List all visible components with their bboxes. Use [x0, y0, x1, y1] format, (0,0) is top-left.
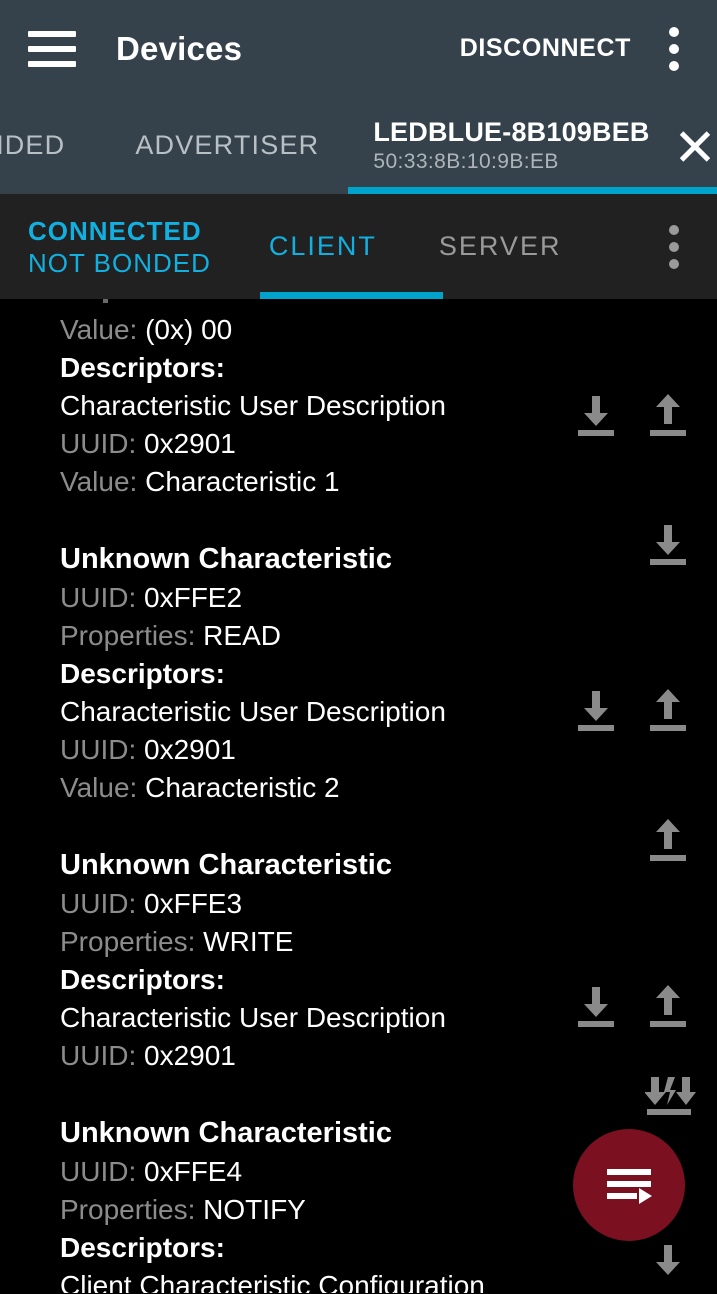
device-tab-strip: NDED ADVERTISER LEDBLUE-8B109BEB 50:33:8…	[0, 97, 717, 194]
detail-value: 0x2901	[136, 428, 236, 459]
characteristic-title: Unknown Characteristic	[60, 543, 392, 575]
detail-label: Properties:	[60, 926, 196, 957]
detail-value: NOTIFY	[195, 1194, 306, 1225]
detail-row: UUID: 0x2901	[0, 731, 717, 769]
descriptor-read-icon[interactable]	[573, 687, 619, 733]
detail-row: UUID: 0xFFE3	[0, 885, 717, 923]
detail-label: Descriptors:	[60, 964, 225, 995]
tab-device-ledblue[interactable]: LEDBLUE-8B109BEB 50:33:8B:10:9B:EB	[373, 116, 653, 175]
detail-label: Value:	[60, 466, 138, 497]
detail-label: UUID:	[60, 734, 137, 765]
characteristic-read-icon[interactable]	[645, 521, 691, 567]
detail-label: UUID:	[60, 582, 137, 613]
detail-row: Value: (0x) 00	[0, 311, 717, 349]
connection-status: CONNECTED NOT BONDED	[28, 215, 211, 279]
page-title: Devices	[116, 29, 243, 67]
tab-advertiser[interactable]: ADVERTISER	[135, 130, 319, 161]
detail-label: Descriptors:	[60, 352, 225, 383]
kebab-menu-icon[interactable]	[653, 24, 695, 74]
detail-label: UUID:	[60, 888, 137, 919]
detail-label: Properties:	[60, 620, 196, 651]
detail-value: 0xFFE2	[136, 582, 243, 613]
detail-label: Properties:	[60, 1194, 196, 1225]
detail-value: Characteristic 2	[137, 772, 340, 803]
detail-row: Properties: WRITE	[0, 923, 717, 961]
detail-value: 0x2901	[136, 1040, 236, 1071]
app-root: Devices DISCONNECT NDED ADVERTISER LEDBL…	[0, 0, 717, 1294]
hamburger-menu-icon[interactable]	[28, 29, 76, 69]
hamburger-line	[28, 30, 76, 37]
detail-row: Value: Characteristic 2	[0, 769, 717, 807]
status-badge-connected: CONNECTED	[28, 215, 202, 246]
kebab-dot	[669, 60, 679, 71]
characteristic-notify-icon[interactable]	[644, 1075, 696, 1121]
detail-row: Properties: READ	[0, 617, 717, 655]
characteristic-block[interactable]: Unknown Characteristic UUID: 0xFFE2 Proper…	[0, 539, 717, 807]
detail-label: Descriptors:	[60, 1232, 225, 1263]
close-icon[interactable]	[673, 124, 717, 168]
detail-value: READ	[195, 620, 281, 651]
detail-label: UUID:	[60, 428, 137, 459]
descriptor-write-icon[interactable]	[645, 687, 691, 733]
run-macro-fab[interactable]	[573, 1129, 685, 1241]
device-tab-name: LEDBLUE-8B109BEB	[373, 117, 650, 147]
device-tab-indicator	[348, 187, 717, 194]
descriptor-read-icon[interactable]	[645, 1241, 691, 1287]
descriptor-read-icon[interactable]	[573, 983, 619, 1029]
status-badge-bonding: NOT BONDED	[28, 247, 211, 278]
descriptor-name: Client Characteristic Configuration	[60, 1270, 485, 1293]
device-tab-text: LEDBLUE-8B109BEB 50:33:8B:10:9B:EB	[373, 116, 649, 175]
descriptor-read-icon[interactable]	[573, 392, 619, 438]
characteristic-block[interactable]: Unknown Characteristic UUID: 0xFFE3 Proper…	[0, 845, 717, 1075]
tab-server[interactable]: SERVER	[439, 231, 562, 262]
detail-value: 0xFFE4	[136, 1156, 243, 1187]
descriptor-write-icon[interactable]	[645, 983, 691, 1029]
script-line	[607, 1169, 651, 1175]
kebab-dot	[669, 258, 679, 269]
detail-label: Descriptors:	[60, 658, 225, 689]
detail-value: 0xFFE3	[136, 888, 243, 919]
connection-bar: CONNECTED NOT BONDED CLIENT SERVER	[0, 194, 717, 299]
tab-client[interactable]: CLIENT	[269, 231, 377, 262]
detail-row: Value: Characteristic 1	[0, 463, 717, 501]
disconnect-button[interactable]: DISCONNECT	[460, 34, 631, 63]
detail-label: Value:	[60, 314, 138, 345]
characteristic-write-icon[interactable]	[645, 817, 691, 863]
detail-value: Characteristic 1	[137, 466, 340, 497]
characteristic-title: Unknown Characteristic	[60, 849, 392, 881]
script-line	[607, 1181, 651, 1187]
client-tab-indicator	[260, 292, 443, 299]
kebab-dot	[669, 43, 679, 54]
detail-row: UUID: 0x2901	[0, 1037, 717, 1075]
hamburger-line	[28, 45, 76, 52]
kebab-dot	[669, 241, 679, 252]
kebab-dot	[669, 224, 679, 235]
detail-value: (0x) 00	[137, 314, 233, 345]
clipped-text-sliver	[103, 299, 108, 303]
detail-label: Value:	[60, 772, 138, 803]
kebab-dot	[669, 26, 679, 37]
detail-row: Descriptors:	[0, 349, 717, 387]
script-line	[607, 1193, 637, 1199]
detail-label: UUID:	[60, 1040, 137, 1071]
device-tab-address: 50:33:8B:10:9B:EB	[373, 150, 559, 173]
hamburger-line	[28, 60, 76, 67]
play-triangle	[639, 1188, 652, 1204]
descriptor-write-icon[interactable]	[645, 392, 691, 438]
tab-bonded-truncated[interactable]: NDED	[0, 130, 65, 161]
script-play-icon	[607, 1167, 652, 1204]
kebab-menu-icon[interactable]	[653, 222, 695, 272]
detail-value: 0x2901	[136, 734, 236, 765]
detail-row: UUID: 0xFFE2	[0, 579, 717, 617]
app-bar: Devices DISCONNECT	[0, 0, 717, 97]
detail-value: WRITE	[195, 926, 294, 957]
detail-label: UUID:	[60, 1156, 137, 1187]
